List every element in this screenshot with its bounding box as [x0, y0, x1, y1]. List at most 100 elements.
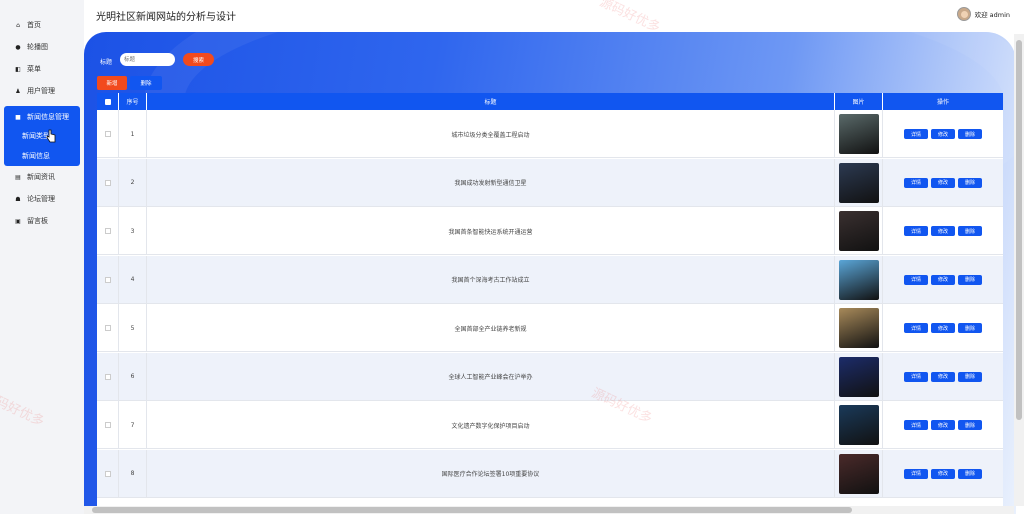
edit-button[interactable]: 修改 — [931, 323, 955, 333]
avatar — [956, 7, 971, 21]
sidebar-group-label: 新闻信息管理 — [27, 113, 69, 121]
col-header-image: 图片 — [835, 93, 883, 110]
slideshow-icon: ● — [15, 43, 21, 51]
row-index: 7 — [119, 401, 147, 449]
row-checkbox-cell[interactable] — [97, 304, 119, 352]
delete-button[interactable]: 删除 — [958, 177, 982, 188]
edit-button[interactable]: 修改 — [931, 129, 955, 139]
delete-button[interactable]: 删除 — [958, 323, 982, 333]
sidebar-item-messages[interactable]: ▣ 留言板 — [4, 210, 80, 232]
add-button[interactable]: 新增 — [97, 76, 127, 90]
bulk-delete-button[interactable]: 删除 — [130, 76, 162, 90]
edit-button[interactable]: 修改 — [931, 468, 955, 479]
message-icon: ▣ — [15, 217, 21, 225]
row-checkbox[interactable] — [104, 179, 111, 186]
row-title: 我国成功发射新型通信卫星 — [147, 158, 835, 207]
row-image-cell — [835, 401, 883, 449]
sidebar-item-forum[interactable]: ☗ 论坛管理 — [4, 188, 80, 210]
detail-button[interactable]: 详情 — [904, 226, 928, 236]
sidebar-subitem-news-info[interactable]: 新闻信息 — [22, 148, 50, 164]
row-checkbox[interactable] — [104, 131, 111, 137]
vertical-scrollbar[interactable] — [1014, 34, 1024, 506]
row-checkbox-cell[interactable] — [97, 110, 119, 158]
table-row: 4 我国首个深海考古工作站成立 详情 修改 删除 — [97, 255, 1003, 304]
row-image-cell — [835, 255, 883, 304]
delete-button[interactable]: 删除 — [958, 420, 982, 430]
forum-icon: ☗ — [15, 195, 21, 203]
news-icon: ■ — [15, 113, 21, 121]
search-label: 标题 — [100, 59, 113, 66]
search-input[interactable] — [120, 53, 175, 66]
sidebar-item-label: 论坛管理 — [27, 195, 55, 203]
sidebar-item-users[interactable]: ♟ 用户管理 — [4, 80, 80, 102]
user-info[interactable]: 欢迎 admin — [956, 7, 1010, 21]
row-index: 3 — [119, 207, 147, 255]
row-checkbox[interactable] — [104, 470, 111, 477]
horizontal-scrollbar[interactable] — [84, 506, 1014, 514]
edit-button[interactable]: 修改 — [931, 226, 955, 236]
delete-button[interactable]: 删除 — [958, 468, 982, 479]
page-title: 光明社区新闻网站的分析与设计 — [96, 12, 236, 23]
news-thumbnail — [838, 259, 879, 300]
row-checkbox[interactable] — [104, 373, 111, 380]
table-row: 2 我国成功发射新型通信卫星 详情 修改 删除 — [97, 158, 1003, 207]
sidebar-group-header[interactable]: ■ 新闻信息管理 — [4, 108, 80, 126]
detail-button[interactable]: 详情 — [904, 129, 928, 139]
detail-button[interactable]: 详情 — [904, 420, 928, 430]
row-checkbox-cell[interactable] — [97, 207, 119, 255]
sidebar-item-home[interactable]: ⌂ 首页 — [4, 14, 80, 36]
select-all-checkbox[interactable] — [104, 98, 111, 105]
row-image-cell — [835, 158, 883, 207]
news-thumbnail — [838, 308, 879, 348]
table-row: 6 全球人工智能产业峰会在沪举办 详情 修改 删除 — [97, 352, 1003, 401]
news-thumbnail — [838, 114, 879, 154]
sidebar-item-label: 用户管理 — [27, 87, 55, 95]
news-table: 序号 标题 图片 操作 1 城市垃圾分类全覆盖工程启动 详情 修改 删除 2 我国成功发射新… — [97, 93, 1003, 507]
row-actions: 详情 修改 删除 — [883, 207, 1003, 255]
edit-button[interactable]: 修改 — [931, 371, 955, 382]
vertical-scroll-thumb[interactable] — [1016, 40, 1022, 420]
detail-button[interactable]: 详情 — [904, 323, 928, 333]
row-title: 国际医疗合作论坛签署10项重要协议 — [147, 449, 835, 498]
row-title: 城市垃圾分类全覆盖工程启动 — [147, 110, 835, 158]
row-checkbox-cell[interactable] — [97, 401, 119, 449]
detail-button[interactable]: 详情 — [904, 468, 928, 479]
detail-button[interactable]: 详情 — [904, 371, 928, 382]
detail-button[interactable]: 详情 — [904, 177, 928, 188]
sidebar-item-menu[interactable]: ◧ 菜单 — [4, 58, 80, 80]
table-row: 7 文化遗产数字化保护项目启动 详情 修改 删除 — [97, 401, 1003, 449]
sidebar-item-news-articles[interactable]: ▤ 新闻资讯 — [4, 166, 80, 188]
row-checkbox-cell[interactable] — [97, 158, 119, 207]
news-thumbnail — [838, 453, 879, 494]
row-checkbox-cell[interactable] — [97, 352, 119, 401]
row-title: 文化遗产数字化保护项目启动 — [147, 401, 835, 449]
row-checkbox-cell[interactable] — [97, 449, 119, 498]
detail-button[interactable]: 详情 — [904, 274, 928, 285]
row-checkbox[interactable] — [104, 228, 111, 234]
row-actions: 详情 修改 删除 — [883, 304, 1003, 352]
edit-button[interactable]: 修改 — [931, 177, 955, 188]
news-thumbnail — [838, 211, 879, 251]
row-title: 全国首部全产业链养老新规 — [147, 304, 835, 352]
row-checkbox[interactable] — [104, 325, 111, 331]
horizontal-scroll-thumb[interactable] — [92, 507, 852, 513]
delete-button[interactable]: 删除 — [958, 371, 982, 382]
delete-button[interactable]: 删除 — [958, 129, 982, 139]
search-button[interactable]: 搜索 — [183, 53, 214, 66]
select-all-checkbox-cell[interactable] — [97, 93, 119, 110]
edit-button[interactable]: 修改 — [931, 420, 955, 430]
row-index: 2 — [119, 158, 147, 207]
row-image-cell — [835, 304, 883, 352]
edit-button[interactable]: 修改 — [931, 274, 955, 285]
delete-button[interactable]: 删除 — [958, 226, 982, 236]
row-actions: 详情 修改 删除 — [883, 159, 1003, 207]
row-index: 4 — [119, 255, 147, 304]
sidebar-item-carousel[interactable]: ● 轮播图 — [4, 36, 80, 58]
row-checkbox-cell[interactable] — [97, 255, 119, 304]
col-header-title: 标题 — [147, 93, 835, 110]
delete-button[interactable]: 删除 — [958, 274, 982, 285]
row-index: 5 — [119, 304, 147, 352]
col-header-index: 序号 — [119, 93, 147, 110]
row-checkbox[interactable] — [104, 276, 111, 283]
row-checkbox[interactable] — [104, 422, 111, 428]
